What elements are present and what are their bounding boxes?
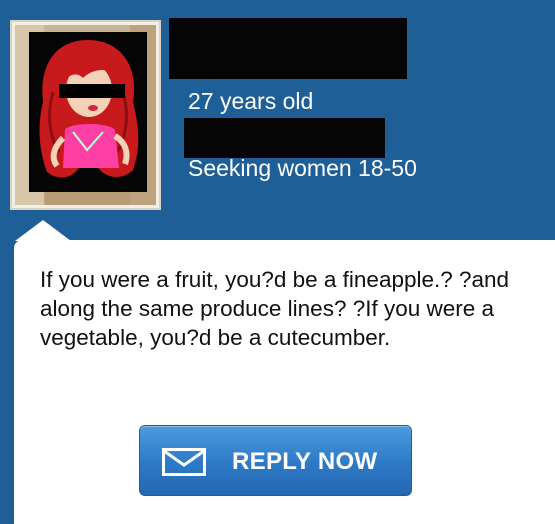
cartoon-avatar bbox=[39, 40, 139, 178]
envelope-icon bbox=[162, 448, 206, 476]
profile-seeking: Seeking women 18-50 bbox=[188, 155, 417, 181]
reply-now-button[interactable]: REPLY NOW bbox=[139, 425, 412, 496]
profile-age: 27 years old bbox=[188, 88, 314, 114]
name-censor-block bbox=[169, 18, 407, 79]
message-text: If you were a fruit, you?d be a fineappl… bbox=[40, 267, 510, 350]
speech-bubble-tail bbox=[15, 220, 71, 241]
location-censor-block bbox=[184, 118, 385, 158]
profile-message-card: 27 years old Seeking women 18-50 If you … bbox=[0, 0, 555, 524]
reply-now-label: REPLY NOW bbox=[232, 448, 378, 475]
profile-photo[interactable] bbox=[10, 20, 161, 210]
